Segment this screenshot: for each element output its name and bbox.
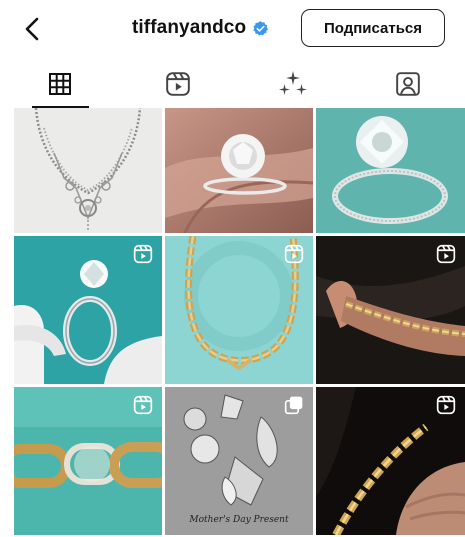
reels-icon — [166, 72, 190, 96]
profile-header: tiffanyandco Подписаться — [0, 0, 465, 60]
posts-grid: Mother's Day Present — [14, 108, 465, 537]
back-arrow-icon — [25, 17, 39, 41]
verified-badge-icon — [253, 20, 269, 36]
post-caption: Mother's Day Present — [189, 515, 289, 525]
reels-badge-icon — [133, 244, 153, 264]
tab-effects[interactable] — [235, 60, 350, 108]
reels-badge-icon — [436, 244, 456, 264]
post-thumbnail[interactable] — [14, 108, 162, 233]
tagged-person-icon — [395, 72, 420, 96]
tab-tagged[interactable] — [350, 60, 465, 108]
post-image-necklace — [14, 108, 162, 233]
tab-posts-grid[interactable] — [0, 60, 121, 108]
post-image-diamond-ring — [316, 108, 465, 233]
profile-username-row: tiffanyandco — [132, 17, 269, 39]
reels-badge-icon — [284, 244, 304, 264]
post-thumbnail[interactable] — [316, 236, 465, 384]
post-thumbnail[interactable] — [165, 236, 313, 384]
tab-reels[interactable] — [121, 60, 236, 108]
post-thumbnail[interactable] — [165, 108, 313, 233]
sparkles-icon — [278, 71, 307, 95]
profile-tabs — [0, 60, 465, 108]
carousel-badge-icon — [284, 396, 303, 415]
post-thumbnail[interactable] — [14, 236, 162, 384]
post-thumbnail[interactable] — [316, 387, 465, 535]
post-thumbnail[interactable]: Mother's Day Present — [165, 387, 313, 535]
grid-icon — [49, 73, 72, 95]
post-image-ring-on-hand — [165, 108, 313, 233]
post-thumbnail[interactable] — [14, 387, 162, 535]
post-thumbnail[interactable] — [316, 108, 465, 233]
subscribe-button[interactable]: Подписаться — [301, 9, 445, 47]
profile-username: tiffanyandco — [132, 17, 247, 38]
reels-badge-icon — [133, 395, 153, 415]
reels-badge-icon — [436, 395, 456, 415]
back-button[interactable] — [18, 14, 48, 44]
